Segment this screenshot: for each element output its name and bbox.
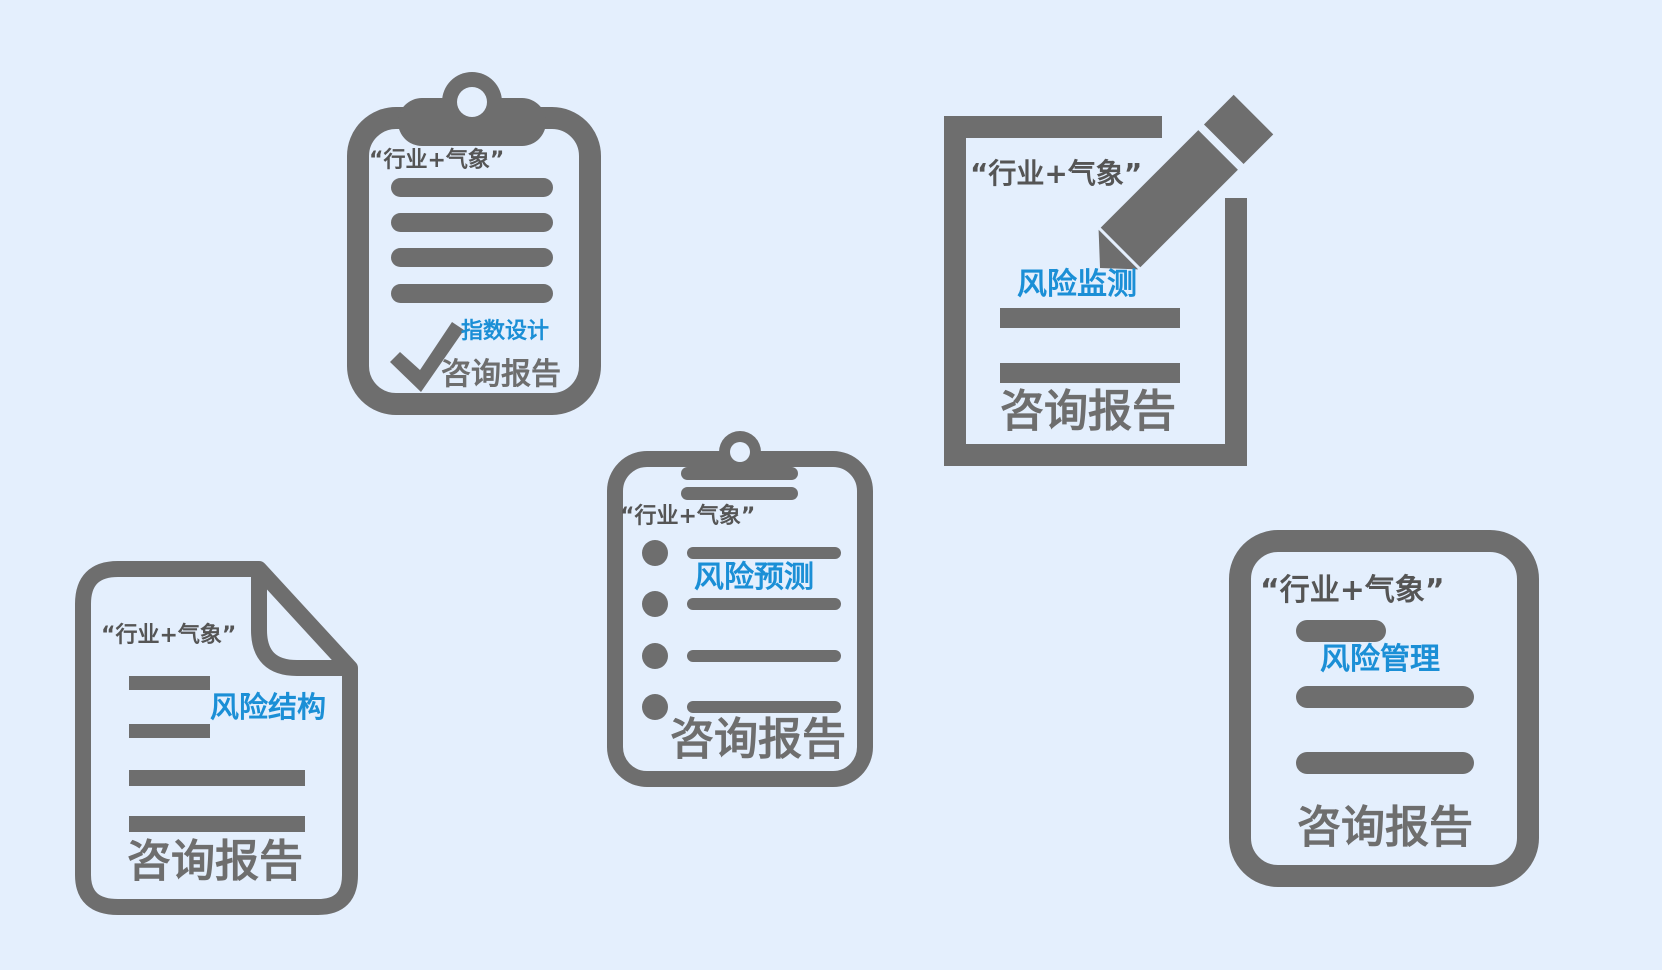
card-3-label: 风险预测 — [694, 560, 814, 595]
clipboard-check-icon — [347, 72, 601, 415]
card-4-title: 咨询报告 — [127, 836, 303, 887]
card-4-quote: “行业+气象” — [101, 623, 237, 648]
card-5-label: 风险管理 — [1320, 642, 1440, 677]
card-4-label: 风险结构 — [210, 690, 327, 724]
card-5-title: 咨询报告 — [1297, 802, 1473, 853]
report-icons-canvas: “行业+气象” 指数设计 咨询报告 “行业+气象” 风险监测 咨询报告 “行业+… — [0, 0, 1662, 970]
card-5-quote: “行业+气象” — [1260, 573, 1445, 608]
card-1-title: 咨询报告 — [441, 357, 561, 392]
card-2-quote: “行业+气象” — [970, 157, 1143, 190]
card-2-title: 咨询报告 — [1000, 386, 1176, 437]
card-1-label: 指数设计 — [461, 319, 550, 344]
card-2-label: 风险监测 — [1017, 267, 1137, 302]
card-1-quote: “行业+气象” — [369, 148, 505, 173]
card-3-quote: “行业+气象” — [620, 504, 756, 529]
card-3-title: 咨询报告 — [670, 714, 846, 765]
